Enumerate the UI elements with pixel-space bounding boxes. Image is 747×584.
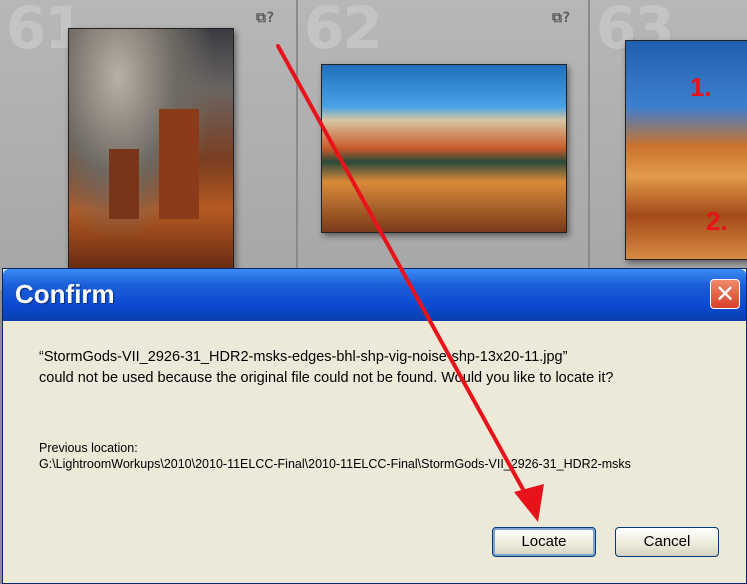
previous-location-path: G:\LightroomWorkups\2010\2010-11ELCC-Fin… <box>39 457 631 471</box>
grid-cell-61[interactable]: 61 ⧉? <box>0 0 298 290</box>
missing-file-badge-icon[interactable]: ⧉? <box>256 10 274 26</box>
photo-thumbnail-storm-gods[interactable] <box>68 28 234 270</box>
dialog-message: “StormGods-VII_2926-31_HDR2-msks-edges-b… <box>39 347 699 389</box>
cell-number: 62 <box>304 0 383 62</box>
photo-thumbnail-canyon-reflection[interactable] <box>321 64 567 233</box>
missing-filename: “StormGods-VII_2926-31_HDR2-msks-edges-b… <box>39 349 568 365</box>
close-button[interactable]: ✕ <box>710 279 740 309</box>
grid-cell-62[interactable]: 62 ⧉? <box>298 0 590 290</box>
confirm-dialog: Confirm ✕ “StormGods-VII_2926-31_HDR2-ms… <box>2 268 747 584</box>
photo-grid: 61 ⧉? 62 ⧉? 63 <box>0 0 747 290</box>
dialog-title: Confirm <box>15 279 115 309</box>
missing-file-badge-icon[interactable]: ⧉? <box>552 10 570 26</box>
photo-thumbnail-red-rocks[interactable] <box>625 40 747 260</box>
close-icon: ✕ <box>714 280 736 308</box>
dialog-titlebar[interactable]: Confirm ✕ <box>3 269 746 321</box>
annotation-step-2: 2. <box>706 206 728 236</box>
grid-cell-63[interactable]: 63 <box>590 0 747 290</box>
cancel-button[interactable]: Cancel <box>615 527 719 557</box>
previous-location-label: Previous location: <box>39 441 138 455</box>
thumbnail-detail <box>159 109 199 219</box>
thumbnail-detail <box>109 149 139 219</box>
message-body: could not be used because the original f… <box>39 370 614 386</box>
annotation-step-1: 1. <box>690 72 712 102</box>
locate-button[interactable]: Locate <box>492 527 596 557</box>
